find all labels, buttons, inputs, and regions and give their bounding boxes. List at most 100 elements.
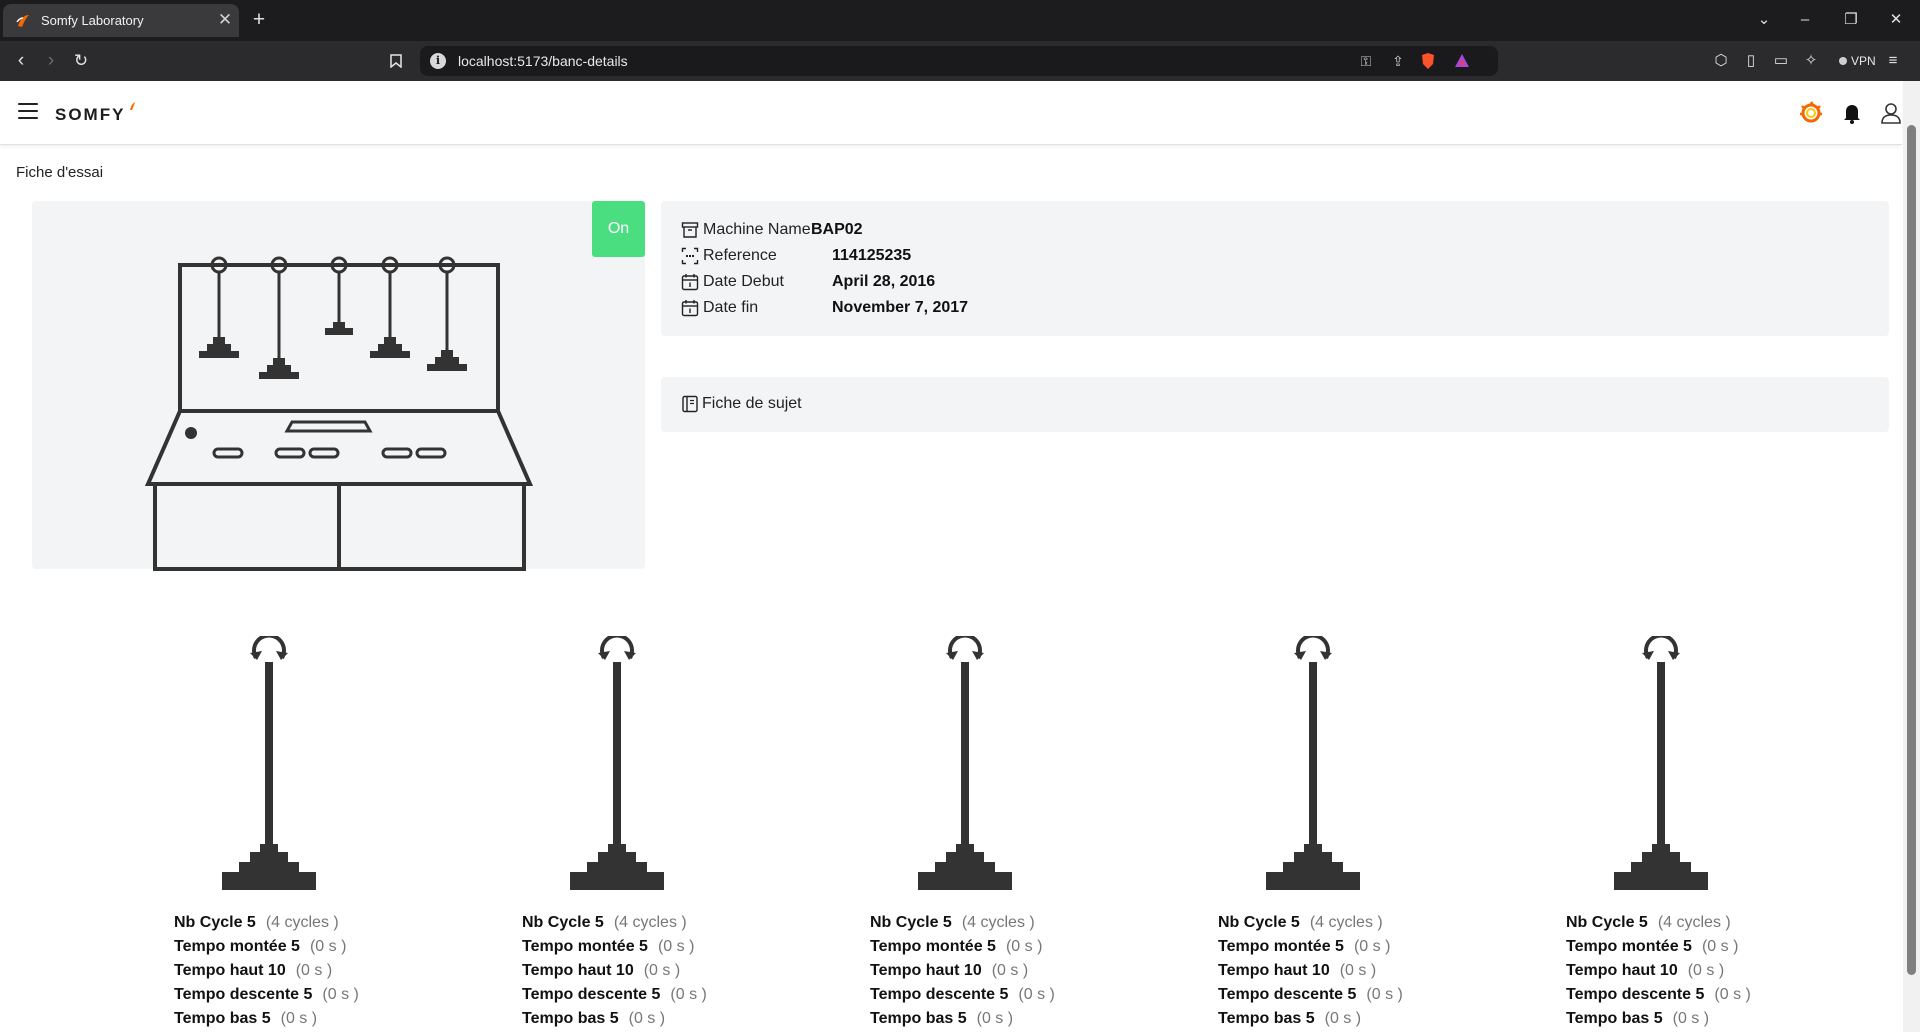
station-stats: Nb Cycle 5 (4 cycles ) Tempo montée 5 (0 s … [1218,914,1478,1032]
bench-illustration-card [32,201,645,571]
stat-value: (0 s ) [991,962,1029,979]
stat-value: (0 s ) [1714,986,1751,1003]
stat-value: (4 cycles ) [961,914,1035,931]
stat-value: (0 s ) [1366,986,1403,1003]
weight-pendulum-icon [918,636,1012,890]
brave-rewards-icon[interactable] [1451,50,1473,72]
station-stat-row: Tempo haut 10 (0 s ) [522,962,782,986]
station-stat-row: Tempo descente 5 (0 s ) [1566,986,1826,1010]
test-bench-illustration [144,256,534,571]
back-icon[interactable]: ‹ [10,50,32,72]
share-icon[interactable]: ⇪ [1387,50,1409,72]
stat-label: Tempo montée 5 [1218,938,1344,955]
stat-value: (0 s ) [1672,1010,1710,1027]
stat-label: Tempo bas 5 [1218,1010,1315,1027]
station-4: Nb Cycle 5 (4 cycles ) Tempo montée 5 (0 s … [1218,636,1458,1032]
station-stat-row: Tempo haut 10 (0 s ) [174,962,434,986]
restore-icon[interactable]: ❐ [1840,9,1862,31]
weight-pendulum-icon [1266,636,1360,890]
vpn-button[interactable]: VPN [1833,51,1882,71]
date-debut-value: April 28, 2016 [832,273,936,290]
brave-shields-icon[interactable] [1417,50,1439,72]
subject-sheet-link[interactable]: Fiche de sujet [661,377,1889,432]
reload-icon[interactable]: ↻ [70,50,92,72]
address-bar[interactable]: i localhost:5173/banc-details ⚿ ⇪ [420,46,1498,76]
extensions-icon[interactable]: ⬡ [1710,50,1732,72]
tab-close-icon[interactable]: ✕ [215,10,235,30]
station-stat-row: Tempo descente 5 (0 s ) [174,986,434,1010]
machine-name-label: Machine Name [703,221,811,238]
forward-icon[interactable]: › [40,50,62,72]
bookmark-icon[interactable] [385,50,407,72]
stat-label: Tempo descente 5 [174,986,313,1003]
station-stat-row: Tempo haut 10 (0 s ) [1566,962,1826,986]
station-stat-row: Tempo bas 5 (0 s ) [522,1010,782,1032]
stat-label: Tempo descente 5 [1218,986,1357,1003]
stat-label: Tempo bas 5 [522,1010,619,1027]
browser-tab-strip: Somfy Laboratory ✕ + ⌄ – ❐ ✕ [0,0,1920,41]
stat-value: (0 s ) [1701,938,1739,955]
reference-label: Reference [703,247,777,264]
station-stat-row: Tempo descente 5 (0 s ) [522,986,782,1010]
station-3: Nb Cycle 5 (4 cycles ) Tempo montée 5 (0 s … [870,636,1110,1032]
password-key-icon[interactable]: ⚿ [1355,50,1377,72]
url-text[interactable]: localhost:5173/banc-details [458,53,628,69]
sidebar-toggle-icon[interactable]: ▯ [1740,50,1762,72]
leo-ai-icon[interactable]: ✧ [1800,50,1822,72]
stat-label: Tempo haut 10 [1218,962,1330,979]
stat-value: (0 s ) [628,1010,666,1027]
station-stat-row: Nb Cycle 5 (4 cycles ) [522,914,782,938]
menu-icon[interactable] [18,103,38,119]
new-tab-icon[interactable]: + [248,9,270,31]
page-title: Fiche d'essai [16,164,104,181]
status-badge: On [592,201,645,257]
reference-value: 114125235 [832,247,912,264]
browser-menu-icon[interactable]: ≡ [1882,50,1904,72]
stat-value: (0 s ) [670,986,707,1003]
stat-label: Tempo montée 5 [1566,938,1692,955]
station-stat-row: Tempo montée 5 (0 s ) [1218,938,1478,962]
subject-sheet-label: Fiche de sujet [702,395,802,412]
tab-search-chevron-icon[interactable]: ⌄ [1753,9,1775,31]
stat-value: (0 s ) [295,962,333,979]
stat-label: Tempo haut 10 [870,962,982,979]
station-stat-row: Tempo descente 5 (0 s ) [870,986,1130,1010]
scan-barcode-icon [681,247,699,265]
machine-name-value: BAP02 [811,221,863,238]
date-fin-value: November 7, 2017 [832,299,969,316]
window-close-icon[interactable]: ✕ [1885,9,1907,31]
stat-value: (4 cycles ) [265,914,339,931]
station-stat-row: Tempo haut 10 (0 s ) [1218,962,1478,986]
stat-value: (0 s ) [657,938,695,955]
wallet-icon[interactable]: ▭ [1770,50,1792,72]
vpn-status-icon [1839,57,1847,65]
station-stat-row: Nb Cycle 5 (4 cycles ) [870,914,1130,938]
user-icon[interactable] [1878,100,1904,126]
stat-label: Nb Cycle 5 [1218,914,1300,931]
station-stat-row: Tempo haut 10 (0 s ) [870,962,1130,986]
grafana-icon[interactable] [1798,100,1824,126]
stat-value: (0 s ) [643,962,681,979]
browser-tab[interactable]: Somfy Laboratory ✕ [3,4,239,37]
station-stat-row: Tempo montée 5 (0 s ) [174,938,434,962]
station-stat-row: Tempo descente 5 (0 s ) [1218,986,1478,1010]
app-header: SOMFY [0,81,1902,145]
minimize-icon[interactable]: – [1794,9,1816,31]
weight-pendulum-icon [222,636,316,890]
stat-value: (0 s ) [976,1010,1014,1027]
brand-logo[interactable]: SOMFY [55,105,125,125]
stat-label: Tempo montée 5 [522,938,648,955]
stat-label: Tempo haut 10 [174,962,286,979]
page-scrollbar[interactable] [1903,81,1920,1032]
site-info-icon[interactable]: i [430,53,446,69]
station-1: Nb Cycle 5 (4 cycles ) Tempo montée 5 (0 s … [174,636,414,1032]
stat-label: Tempo descente 5 [1566,986,1705,1003]
station-stat-row: Nb Cycle 5 (4 cycles ) [1218,914,1478,938]
scrollbar-thumb[interactable] [1907,125,1916,975]
station-stat-row: Tempo bas 5 (0 s ) [1566,1010,1826,1032]
stat-value: (0 s ) [322,986,359,1003]
station-stats: Nb Cycle 5 (4 cycles ) Tempo montée 5 (0 s … [1566,914,1826,1032]
stat-value: (0 s ) [1324,1010,1362,1027]
station-stat-row: Tempo bas 5 (0 s ) [174,1010,434,1032]
bell-icon[interactable] [1839,100,1865,126]
